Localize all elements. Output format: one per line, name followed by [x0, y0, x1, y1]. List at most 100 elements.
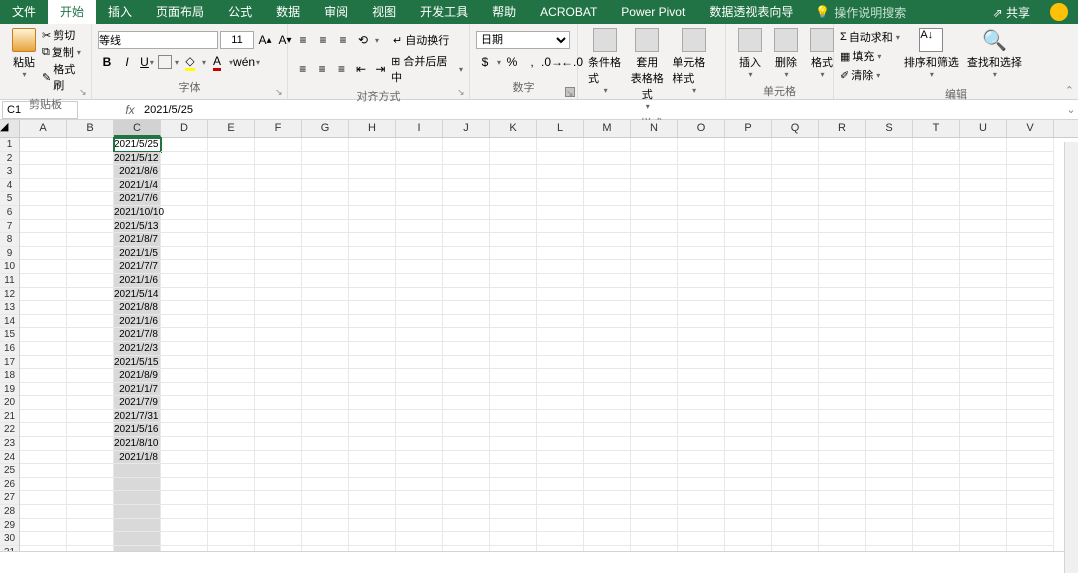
cell[interactable] — [631, 260, 678, 274]
cell[interactable] — [349, 288, 396, 302]
cell[interactable] — [67, 342, 114, 356]
cell[interactable] — [490, 274, 537, 288]
cell[interactable] — [819, 423, 866, 437]
autosum-button[interactable]: Σ 自动求和▾ — [840, 29, 900, 45]
column-header[interactable]: R — [819, 120, 866, 137]
cell[interactable] — [208, 532, 255, 546]
cell[interactable] — [490, 247, 537, 261]
cell[interactable] — [1007, 451, 1054, 465]
row-header[interactable]: 21 — [0, 410, 19, 424]
cell[interactable] — [302, 396, 349, 410]
row-header[interactable]: 17 — [0, 356, 19, 370]
cell[interactable]: 2021/5/13 — [114, 220, 161, 234]
column-header[interactable]: J — [443, 120, 490, 137]
cell[interactable] — [960, 532, 1007, 546]
cell[interactable] — [161, 546, 208, 551]
cell[interactable] — [960, 179, 1007, 193]
cell[interactable] — [678, 342, 725, 356]
cell[interactable] — [1007, 478, 1054, 492]
cell[interactable] — [631, 491, 678, 505]
cell[interactable] — [631, 192, 678, 206]
cell[interactable] — [725, 179, 772, 193]
cell[interactable] — [1007, 328, 1054, 342]
cell[interactable] — [208, 165, 255, 179]
cell[interactable] — [20, 220, 67, 234]
row-header[interactable]: 30 — [0, 532, 19, 546]
row-header[interactable]: 4 — [0, 179, 19, 193]
cell[interactable] — [161, 478, 208, 492]
row-header[interactable]: 29 — [0, 519, 19, 533]
cell[interactable] — [866, 546, 913, 551]
column-header[interactable]: A — [20, 120, 67, 137]
tab-pivot-wizard[interactable]: 数据透视表向导 — [697, 0, 805, 24]
cell[interactable]: 2021/7/6 — [114, 192, 161, 206]
cell[interactable] — [67, 369, 114, 383]
cell[interactable] — [772, 356, 819, 370]
row-header[interactable]: 13 — [0, 301, 19, 315]
alignment-dialog-launcher[interactable]: ↘ — [457, 87, 467, 97]
cell[interactable] — [255, 546, 302, 551]
cell[interactable] — [20, 356, 67, 370]
cell[interactable] — [443, 491, 490, 505]
cell[interactable] — [443, 138, 490, 152]
cell[interactable] — [537, 546, 584, 551]
cell[interactable] — [866, 437, 913, 451]
cell[interactable] — [396, 369, 443, 383]
cell[interactable] — [584, 396, 631, 410]
cell[interactable] — [396, 192, 443, 206]
cell[interactable] — [866, 192, 913, 206]
cell[interactable] — [1007, 165, 1054, 179]
cell[interactable] — [302, 328, 349, 342]
cell[interactable] — [349, 546, 396, 551]
cell[interactable] — [114, 464, 161, 478]
cell[interactable] — [208, 546, 255, 551]
cell[interactable]: 2021/1/6 — [114, 274, 161, 288]
cell[interactable] — [631, 328, 678, 342]
cell[interactable] — [631, 383, 678, 397]
cell[interactable] — [208, 328, 255, 342]
cell[interactable] — [255, 396, 302, 410]
cell[interactable] — [772, 464, 819, 478]
cell[interactable] — [208, 396, 255, 410]
cell[interactable] — [396, 260, 443, 274]
cell[interactable]: 2021/7/9 — [114, 396, 161, 410]
cell[interactable] — [819, 451, 866, 465]
cell[interactable] — [396, 301, 443, 315]
cell[interactable] — [302, 383, 349, 397]
row-header[interactable]: 19 — [0, 383, 19, 397]
row-header[interactable]: 22 — [0, 423, 19, 437]
cell[interactable] — [255, 138, 302, 152]
cell[interactable] — [819, 274, 866, 288]
cell[interactable] — [537, 478, 584, 492]
paste-button[interactable]: 粘贴▾ — [6, 26, 42, 81]
cell[interactable] — [537, 505, 584, 519]
cell[interactable] — [772, 328, 819, 342]
cell[interactable] — [1007, 491, 1054, 505]
cell[interactable]: 2021/1/8 — [114, 451, 161, 465]
cell[interactable] — [255, 274, 302, 288]
cell[interactable] — [866, 369, 913, 383]
find-select-button[interactable]: 🔍查找和选择▾ — [963, 26, 1026, 81]
cell[interactable] — [960, 233, 1007, 247]
cell[interactable] — [772, 369, 819, 383]
cell[interactable]: 2021/5/12 — [114, 152, 161, 166]
cell[interactable] — [208, 260, 255, 274]
cell[interactable] — [772, 505, 819, 519]
cell[interactable] — [349, 233, 396, 247]
cell[interactable] — [396, 519, 443, 533]
cell[interactable] — [913, 546, 960, 551]
cell[interactable] — [631, 342, 678, 356]
cell[interactable] — [537, 233, 584, 247]
row-header[interactable]: 24 — [0, 451, 19, 465]
cell[interactable] — [772, 206, 819, 220]
cell[interactable] — [631, 220, 678, 234]
cell[interactable] — [67, 532, 114, 546]
column-header[interactable]: G — [302, 120, 349, 137]
cell[interactable] — [67, 519, 114, 533]
cell[interactable] — [396, 423, 443, 437]
cell[interactable] — [537, 383, 584, 397]
conditional-format-button[interactable]: 条件格式▾ — [584, 26, 626, 97]
cell[interactable] — [349, 342, 396, 356]
cell[interactable] — [67, 247, 114, 261]
align-left-button[interactable]: ≡ — [294, 60, 311, 78]
